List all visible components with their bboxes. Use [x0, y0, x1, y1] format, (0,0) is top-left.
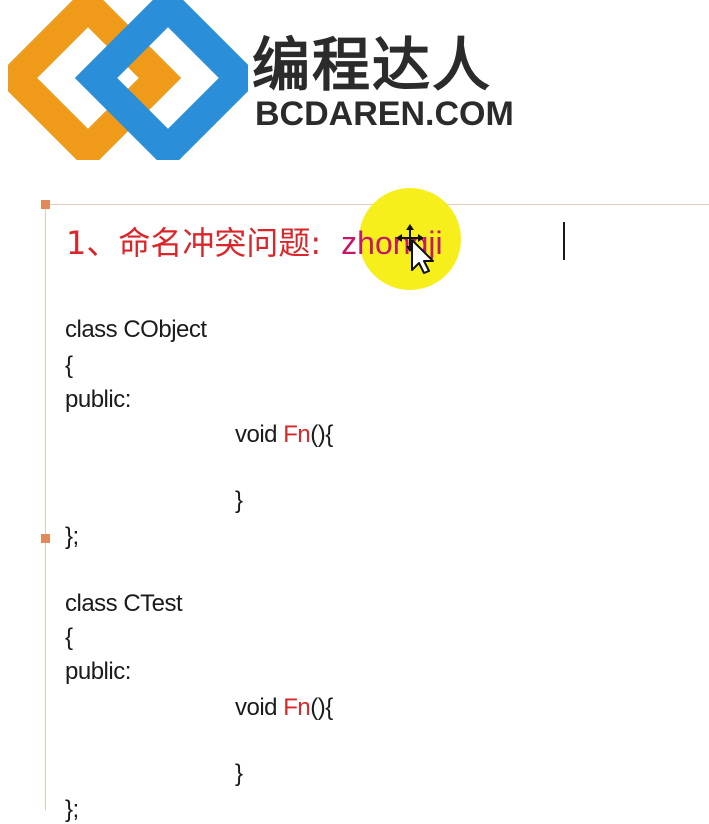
return-type: void — [235, 694, 284, 721]
text-caret — [563, 222, 565, 260]
method-params: (){ — [310, 694, 333, 721]
class-close[interactable]: }; — [65, 523, 79, 551]
heading-number: 1 — [66, 224, 87, 262]
heading-title: 命名冲突问题 — [118, 224, 311, 262]
page-margin-guide-left — [45, 204, 46, 810]
margin-corner-marker — [41, 534, 50, 543]
margin-corner-marker — [41, 200, 50, 209]
return-type: void — [235, 421, 284, 448]
class-decl-cobject[interactable]: class CObject — [65, 316, 207, 344]
access-specifier[interactable]: public: — [65, 658, 131, 686]
heading-separator: 、 — [86, 224, 119, 262]
brand-domain: BCDAREN.COM — [255, 95, 514, 133]
method-close-brace[interactable]: } — [235, 487, 243, 515]
heading-colon: : — [310, 224, 322, 262]
move-cursor-icon — [396, 224, 434, 274]
class-close[interactable]: }; — [65, 796, 79, 824]
bcdaren-logo-icon — [8, 0, 248, 160]
method-close-brace[interactable]: } — [235, 760, 243, 788]
class-decl-ctest[interactable]: class CTest — [65, 590, 183, 618]
method-params: (){ — [310, 421, 333, 448]
open-brace[interactable]: { — [65, 352, 73, 380]
method-name: Fn — [283, 694, 311, 721]
method-decl[interactable]: void Fn(){ — [235, 694, 333, 722]
method-decl[interactable]: void Fn(){ — [235, 421, 333, 449]
access-specifier[interactable]: public: — [65, 386, 131, 414]
brand-name-cn: 编程达人 — [252, 31, 493, 99]
section-heading[interactable]: 1、命名冲突问题: zhongji — [66, 218, 443, 264]
open-brace[interactable]: { — [65, 624, 73, 652]
method-name: Fn — [283, 421, 311, 448]
